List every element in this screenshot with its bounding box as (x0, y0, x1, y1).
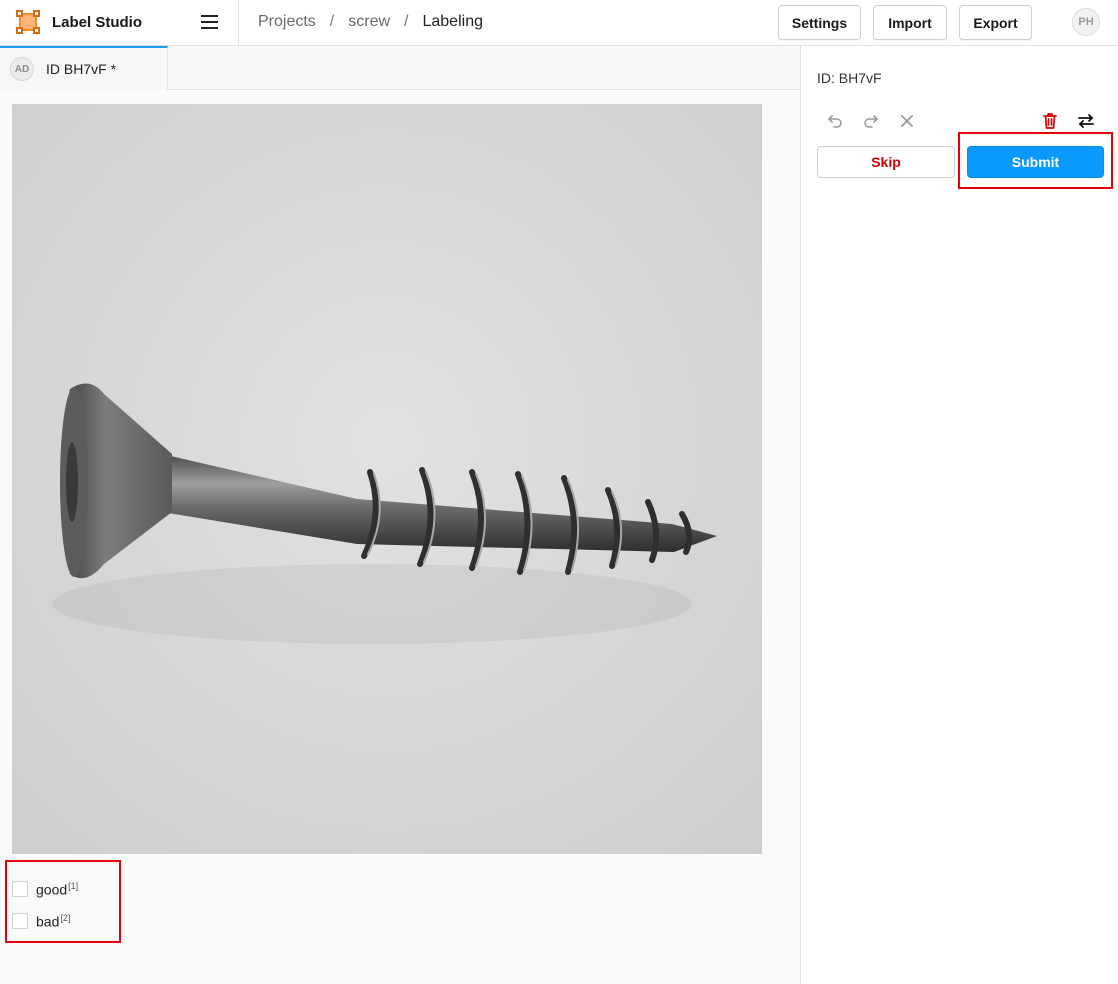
task-id: ID: BH7vF (817, 70, 882, 86)
task-tab[interactable]: AD ID BH7vF * (0, 46, 168, 90)
top-bar: Label Studio Projects / screw / Labeling… (0, 0, 1118, 46)
redo-icon[interactable] (858, 108, 884, 134)
close-icon[interactable] (894, 108, 920, 134)
good-checkbox[interactable] (12, 881, 28, 897)
menu-icon[interactable] (196, 12, 222, 34)
bad-checkbox[interactable] (12, 913, 28, 929)
task-image[interactable] (12, 104, 762, 854)
brand[interactable]: Label Studio (16, 10, 142, 34)
task-tab-strip: AD ID BH7vF * (0, 46, 800, 90)
topbar-divider (238, 0, 239, 45)
import-button[interactable]: Import (873, 5, 947, 40)
choices-group: good[1] bad[2] (12, 873, 78, 937)
choice-good-label: good (36, 881, 68, 898)
undo-icon[interactable] (822, 108, 848, 134)
choice-bad[interactable]: bad[2] (12, 905, 78, 937)
settings-button[interactable]: Settings (778, 5, 861, 40)
choice-good[interactable]: good[1] (12, 873, 78, 905)
choice-bad-hotkey: [2] (60, 912, 71, 923)
screw-image (12, 104, 762, 854)
labeling-area: good[1] bad[2] (0, 91, 800, 984)
task-tab-label: ID BH7vF * (46, 61, 117, 77)
breadcrumb-current: Labeling (422, 13, 483, 30)
skip-button[interactable]: Skip (817, 146, 955, 178)
choice-good-hotkey: [1] (68, 880, 79, 891)
annotator-avatar: AD (10, 57, 34, 81)
breadcrumb: Projects / screw / Labeling (258, 12, 483, 32)
breadcrumb-projects[interactable]: Projects (258, 13, 316, 31)
breadcrumb-separator: / (404, 13, 409, 30)
trash-icon[interactable] (1037, 108, 1063, 134)
app-title: Label Studio (52, 13, 142, 31)
choice-bad-label: bad (36, 913, 60, 930)
export-button[interactable]: Export (959, 5, 1032, 40)
label-studio-logo-icon (16, 10, 40, 34)
breadcrumb-separator: / (329, 13, 335, 30)
submit-button[interactable]: Submit (967, 146, 1104, 178)
user-avatar[interactable]: PH (1072, 8, 1100, 36)
breadcrumb-project-screw[interactable]: screw (348, 13, 390, 31)
side-panel: ID: BH7vF Skip Submit (801, 46, 1118, 984)
sliders-icon[interactable] (1073, 108, 1099, 134)
